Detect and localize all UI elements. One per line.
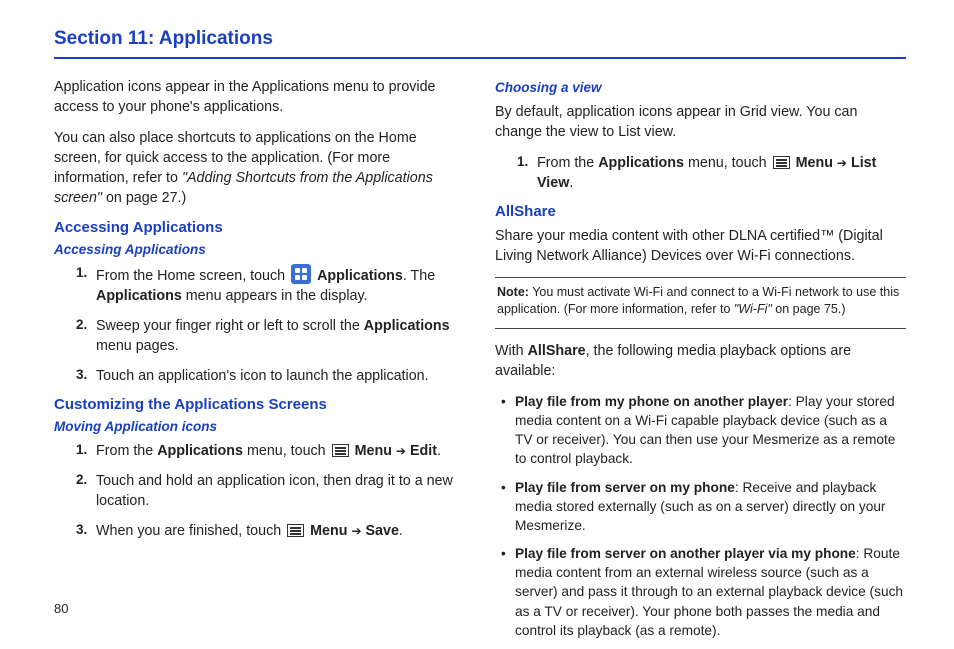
label: AllShare — [528, 343, 586, 359]
text: . The — [403, 268, 435, 284]
label: Applications — [317, 268, 403, 284]
step-number: 3. — [76, 366, 87, 385]
subheading-choosing-view: Choosing a view — [495, 80, 906, 95]
arrow-icon: ➔ — [351, 524, 361, 538]
text: From the Home screen, touch — [96, 268, 289, 284]
label: Edit — [410, 443, 437, 459]
list-item: 1. From the Applications menu, touch Men… — [517, 153, 906, 193]
label: Applications — [157, 443, 243, 459]
arrow-icon: ➔ — [837, 156, 847, 170]
list-item: Play file from server on another player … — [501, 544, 906, 640]
text: menu pages. — [96, 338, 179, 354]
text: menu, touch — [684, 155, 771, 171]
label: Menu — [796, 155, 833, 171]
list-item: 3. When you are finished, touch Menu ➔ S… — [76, 521, 465, 541]
subheading-moving-icons: Moving Application icons — [54, 419, 465, 434]
text: menu, touch — [243, 443, 330, 459]
text: menu appears in the display. — [182, 288, 368, 304]
text: . — [437, 443, 441, 459]
intro-paragraph-1: Application icons appear in the Applicat… — [54, 77, 465, 117]
heading-accessing-applications: Accessing Applications — [54, 219, 465, 236]
choosing-view-steps: 1. From the Applications menu, touch Men… — [495, 153, 906, 193]
note-block: Note: You must activate Wi-Fi and connec… — [495, 284, 906, 320]
label: Applications — [96, 288, 182, 304]
menu-icon — [773, 156, 790, 169]
list-item: Play file from my phone on another playe… — [501, 392, 906, 469]
step-number: 1. — [517, 153, 528, 172]
text: Touch and hold an application icon, then… — [96, 473, 453, 509]
right-column: Choosing a view By default, application … — [495, 77, 906, 649]
text: . — [399, 523, 403, 539]
text: With — [495, 343, 528, 359]
step-number: 1. — [76, 264, 87, 283]
text: on page 75.) — [772, 302, 846, 316]
text: Touch an application's icon to launch th… — [96, 368, 429, 384]
text: on page 27.) — [102, 190, 186, 206]
text: . — [569, 175, 573, 191]
step-number: 1. — [76, 441, 87, 460]
text: From the — [96, 443, 157, 459]
left-column: Application icons appear in the Applicat… — [54, 77, 465, 649]
list-item: 2. Touch and hold an application icon, t… — [76, 471, 465, 511]
page-number: 80 — [54, 601, 68, 616]
intro-paragraph-2: You can also place shortcuts to applicat… — [54, 128, 465, 208]
list-item: 3. Touch an application's icon to launch… — [76, 366, 465, 386]
heading-allshare: AllShare — [495, 203, 906, 220]
arrow-icon: ➔ — [396, 444, 406, 458]
content-columns: Application icons appear in the Applicat… — [54, 77, 906, 649]
list-item: Play file from server on my phone: Recei… — [501, 478, 906, 536]
choosing-view-body: By default, application icons appear in … — [495, 102, 906, 142]
list-item: 2. Sweep your finger right or left to sc… — [76, 316, 465, 356]
allshare-options-intro: With AllShare, the following media playb… — [495, 341, 906, 381]
menu-icon — [287, 524, 304, 537]
moving-steps: 1. From the Applications menu, touch Men… — [54, 441, 465, 541]
note-divider-bottom — [495, 328, 906, 329]
text: Sweep your finger right or left to scrol… — [96, 318, 364, 334]
list-item: 1. From the Home screen, touch Applicati… — [76, 264, 465, 306]
label: Applications — [364, 318, 450, 334]
heading-customizing: Customizing the Applications Screens — [54, 396, 465, 413]
list-item: 1. From the Applications menu, touch Men… — [76, 441, 465, 461]
label: Menu — [355, 443, 392, 459]
allshare-options-list: Play file from my phone on another playe… — [495, 392, 906, 640]
applications-icon — [291, 264, 311, 284]
allshare-body: Share your media content with other DLNA… — [495, 226, 906, 266]
step-number: 2. — [76, 316, 87, 335]
option-title: Play file from server on another player … — [515, 546, 856, 561]
text: From the — [537, 155, 598, 171]
option-title: Play file from my phone on another playe… — [515, 394, 788, 409]
option-title: Play file from server on my phone — [515, 480, 735, 495]
cross-reference: "Wi-Fi" — [734, 302, 772, 316]
section-title: Section 11: Applications — [54, 28, 906, 59]
label: Applications — [598, 155, 684, 171]
accessing-steps: 1. From the Home screen, touch Applicati… — [54, 264, 465, 386]
step-number: 2. — [76, 471, 87, 490]
menu-icon — [332, 444, 349, 457]
label: Menu — [310, 523, 347, 539]
note-label: Note: — [497, 285, 529, 299]
note-divider-top — [495, 277, 906, 278]
subheading-accessing-applications: Accessing Applications — [54, 242, 465, 257]
step-number: 3. — [76, 521, 87, 540]
text: When you are finished, touch — [96, 523, 285, 539]
label: Save — [366, 523, 399, 539]
